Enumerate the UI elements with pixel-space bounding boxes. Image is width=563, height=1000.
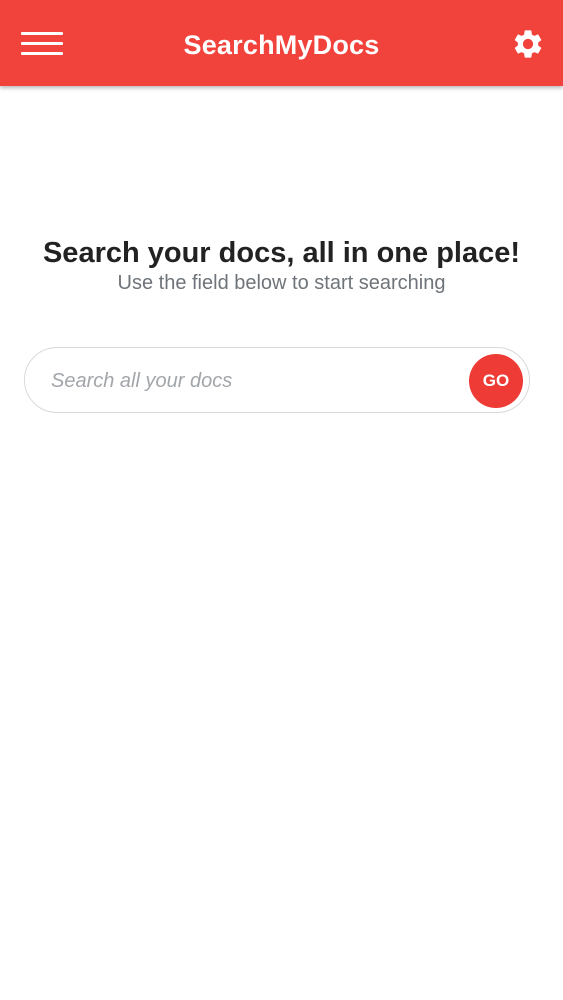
app-screen: SearchMyDocs Search your docs, all in on… [0,0,563,1000]
hero-title: Search your docs, all in one place! [42,237,521,269]
menu-icon-line-bottom [21,51,63,55]
app-title: SearchMyDocs [183,30,380,60]
app-bar: SearchMyDocs [0,0,563,86]
gear-icon-graphic [514,30,542,58]
go-button[interactable]: GO [469,354,523,408]
search-input[interactable] [49,360,453,402]
hero-section: Search your docs, all in one place! Use … [0,232,563,296]
menu-icon-line-middle [21,41,63,45]
menu-icon[interactable] [14,22,70,64]
search-bar: GO [24,347,530,413]
menu-icon-line-top [21,31,63,35]
gear-icon[interactable] [511,27,545,61]
